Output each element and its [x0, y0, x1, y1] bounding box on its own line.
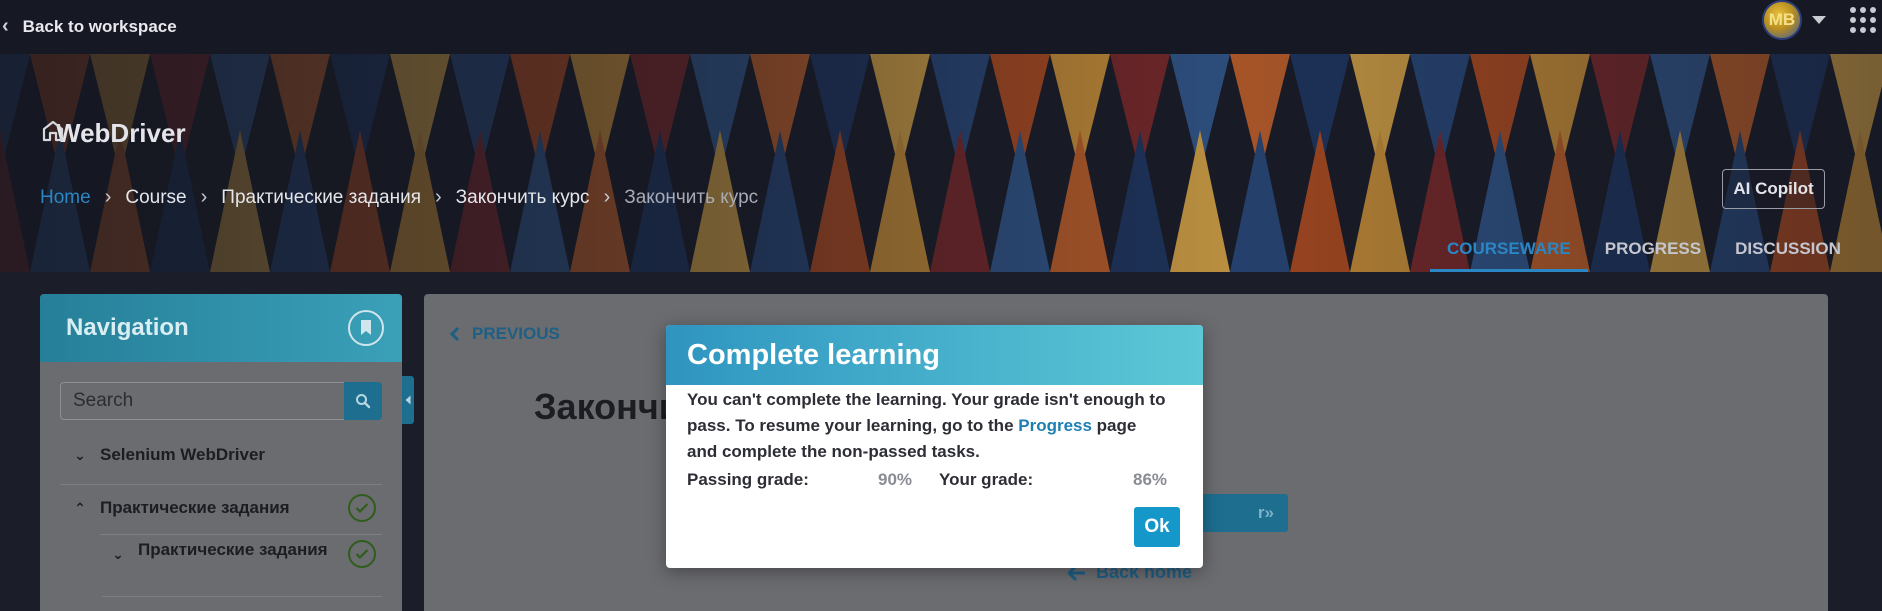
- nav-item-practical-tasks[interactable]: ⌃ Практические задания: [60, 488, 382, 528]
- top-bar: ‹ Back to workspace: [0, 0, 1882, 54]
- nav-item-selenium-webdriver[interactable]: ⌄ Selenium WebDriver: [60, 440, 382, 470]
- tab-progress[interactable]: PROGRESS: [1588, 234, 1718, 272]
- collapse-navigation-button[interactable]: [402, 376, 414, 424]
- avatar-initials: MB: [1768, 10, 1796, 29]
- modal-header: Complete learning: [666, 325, 1203, 385]
- progress-link[interactable]: Progress: [1018, 416, 1092, 435]
- ai-copilot-button[interactable]: AI Copilot: [1722, 169, 1825, 209]
- modal-message: You can't complete the learning. Your gr…: [687, 387, 1167, 465]
- navigation-title: Navigation: [66, 314, 189, 341]
- nav-item-label: Selenium WebDriver: [100, 445, 266, 464]
- unit-title: Закончи: [534, 386, 681, 427]
- divider: [102, 596, 382, 597]
- complete-learning-modal: Complete learning You can't complete the…: [666, 325, 1203, 568]
- avatar[interactable]: MB: [1762, 0, 1802, 40]
- your-grade-value: 86%: [1133, 470, 1168, 489]
- back-to-workspace-label: Back to workspace: [22, 17, 177, 36]
- chevron-down-icon: ⌄: [112, 546, 124, 562]
- breadcrumb-course[interactable]: Course: [125, 187, 186, 209]
- your-grade-label: Your grade:: [939, 470, 1034, 489]
- bookmark-icon: [361, 320, 371, 335]
- breadcrumb: Home › Course › Практические задания › З…: [40, 186, 758, 209]
- chevron-down-icon[interactable]: [1812, 16, 1826, 24]
- completed-check-icon: [348, 494, 376, 522]
- course-banner: WebDriver Home › Course › Практические з…: [0, 54, 1882, 272]
- breadcrumb-current: Закончить курс: [624, 186, 759, 208]
- course-tabs: COURSEWARE PROGRESS DISCUSSION: [1430, 234, 1858, 272]
- chevron-up-icon: ⌃: [74, 499, 86, 516]
- nav-item-practical-tasks-sub[interactable]: ⌄ Практические задания: [98, 538, 382, 584]
- chevron-right-icon: ›: [434, 186, 442, 208]
- search-input[interactable]: Search: [60, 382, 344, 420]
- tab-discussion[interactable]: DISCUSSION: [1718, 234, 1858, 272]
- ok-button[interactable]: Ok: [1134, 507, 1180, 547]
- passing-grade-value: 90%: [878, 470, 913, 489]
- apps-grid-icon[interactable]: [1850, 7, 1876, 33]
- back-to-workspace-link[interactable]: ‹ Back to workspace: [0, 14, 177, 39]
- nav-item-label: Практические задания: [100, 498, 290, 517]
- search-button[interactable]: [344, 382, 382, 420]
- navigation-panel: Navigation Search ⌄ Selenium WebDriver ⌃…: [40, 294, 402, 611]
- course-title: WebDriver: [56, 118, 186, 148]
- breadcrumb-section[interactable]: Практические задания: [221, 187, 421, 209]
- breadcrumb-home[interactable]: Home: [40, 187, 91, 209]
- caret-left-icon: [405, 395, 411, 405]
- previous-button[interactable]: PREVIOUS: [450, 324, 560, 344]
- chevron-right-icon: ›: [104, 186, 112, 208]
- tab-courseware[interactable]: COURSEWARE: [1430, 234, 1588, 272]
- navigation-search: Search: [60, 382, 382, 420]
- grade-summary: Passing grade: 90% Your grade: 86%: [687, 470, 1182, 490]
- bookmark-button[interactable]: [348, 310, 384, 346]
- chevron-left-icon: ‹: [2, 14, 9, 37]
- chevron-right-icon: ›: [603, 186, 611, 208]
- chevron-right-icon: ›: [200, 186, 208, 208]
- nav-item-label: Практические задания: [138, 540, 328, 559]
- user-area: MB: [1762, 0, 1876, 40]
- modal-body: You can't complete the learning. Your gr…: [666, 385, 1203, 490]
- divider: [100, 534, 382, 535]
- chevron-down-icon: ⌄: [74, 446, 86, 463]
- course-header: WebDriver: [40, 118, 186, 149]
- search-icon: [356, 394, 371, 409]
- previous-label: PREVIOUS: [472, 324, 560, 343]
- chevron-left-icon: [450, 326, 460, 342]
- modal-title: Complete learning: [687, 338, 940, 371]
- divider: [60, 484, 382, 485]
- breadcrumb-subsection[interactable]: Закончить курс: [456, 187, 590, 209]
- completed-check-icon: [348, 540, 376, 568]
- passing-grade-label: Passing grade:: [687, 470, 809, 489]
- navigation-header: Navigation: [40, 294, 402, 362]
